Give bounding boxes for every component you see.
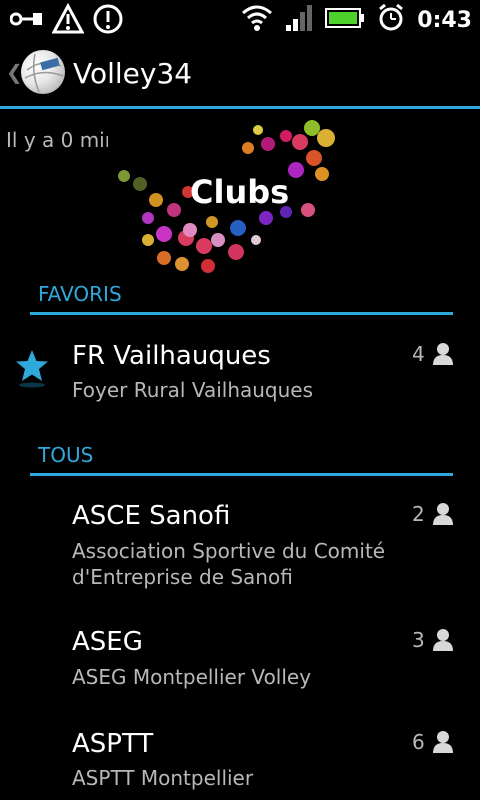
app-title: Volley34 [73, 57, 193, 90]
person-icon [432, 342, 454, 370]
banner-title: Clubs [190, 173, 290, 211]
club-name: FR Vailhauques [72, 341, 271, 371]
club-name: ASEG [72, 627, 143, 657]
clock: 0:43 [417, 7, 472, 33]
section-header-favoris: FAVORIS [38, 282, 122, 306]
alert-icon [92, 3, 124, 39]
member-count: 3 [412, 628, 425, 652]
app-logo[interactable] [21, 50, 65, 94]
person-icon [432, 730, 454, 758]
club-name: ASPTT [72, 729, 154, 759]
club-name: ASCE Sanofi [72, 501, 231, 531]
signal-icon [285, 3, 313, 37]
favorite-club-item[interactable]: FR Vailhauques Foyer Rural Vailhauques 4 [0, 330, 480, 416]
club-full-name-line2: d'Entreprise de Sanofi [72, 565, 293, 589]
usb-icon [9, 3, 44, 39]
club-full-name: ASPTT Montpellier [72, 766, 254, 790]
member-count: 2 [412, 502, 425, 526]
section-header-tous: TOUS [38, 443, 94, 467]
person-icon [432, 502, 454, 530]
member-count: 4 [412, 342, 425, 366]
action-bar-divider [0, 106, 480, 109]
club-item[interactable]: ASEG ASEG Montpellier Volley 3 [0, 616, 480, 702]
club-full-name-line1: Association Sportive du Comité [72, 539, 386, 563]
warning-icon [51, 2, 85, 39]
action-bar: ❮ Volley34 [0, 38, 480, 108]
club-full-name: ASEG Montpellier Volley [72, 665, 312, 689]
battery-icon [325, 7, 365, 33]
section-divider [30, 312, 453, 315]
section-divider [30, 473, 453, 476]
alarm-icon [377, 3, 405, 37]
member-count: 6 [412, 730, 425, 754]
status-bar: 0:43 [0, 0, 480, 38]
club-item[interactable]: ASPTT ASPTT Montpellier 6 [0, 718, 480, 800]
favorite-star-icon[interactable] [14, 348, 50, 392]
wifi-icon [241, 3, 273, 37]
person-icon [432, 628, 454, 656]
club-full-name: Foyer Rural Vailhauques [72, 378, 314, 402]
club-item[interactable]: ASCE Sanofi Association Sportive du Comi… [0, 490, 480, 600]
club-full-name: Association Sportive du Comité d'Entrepr… [72, 538, 385, 590]
